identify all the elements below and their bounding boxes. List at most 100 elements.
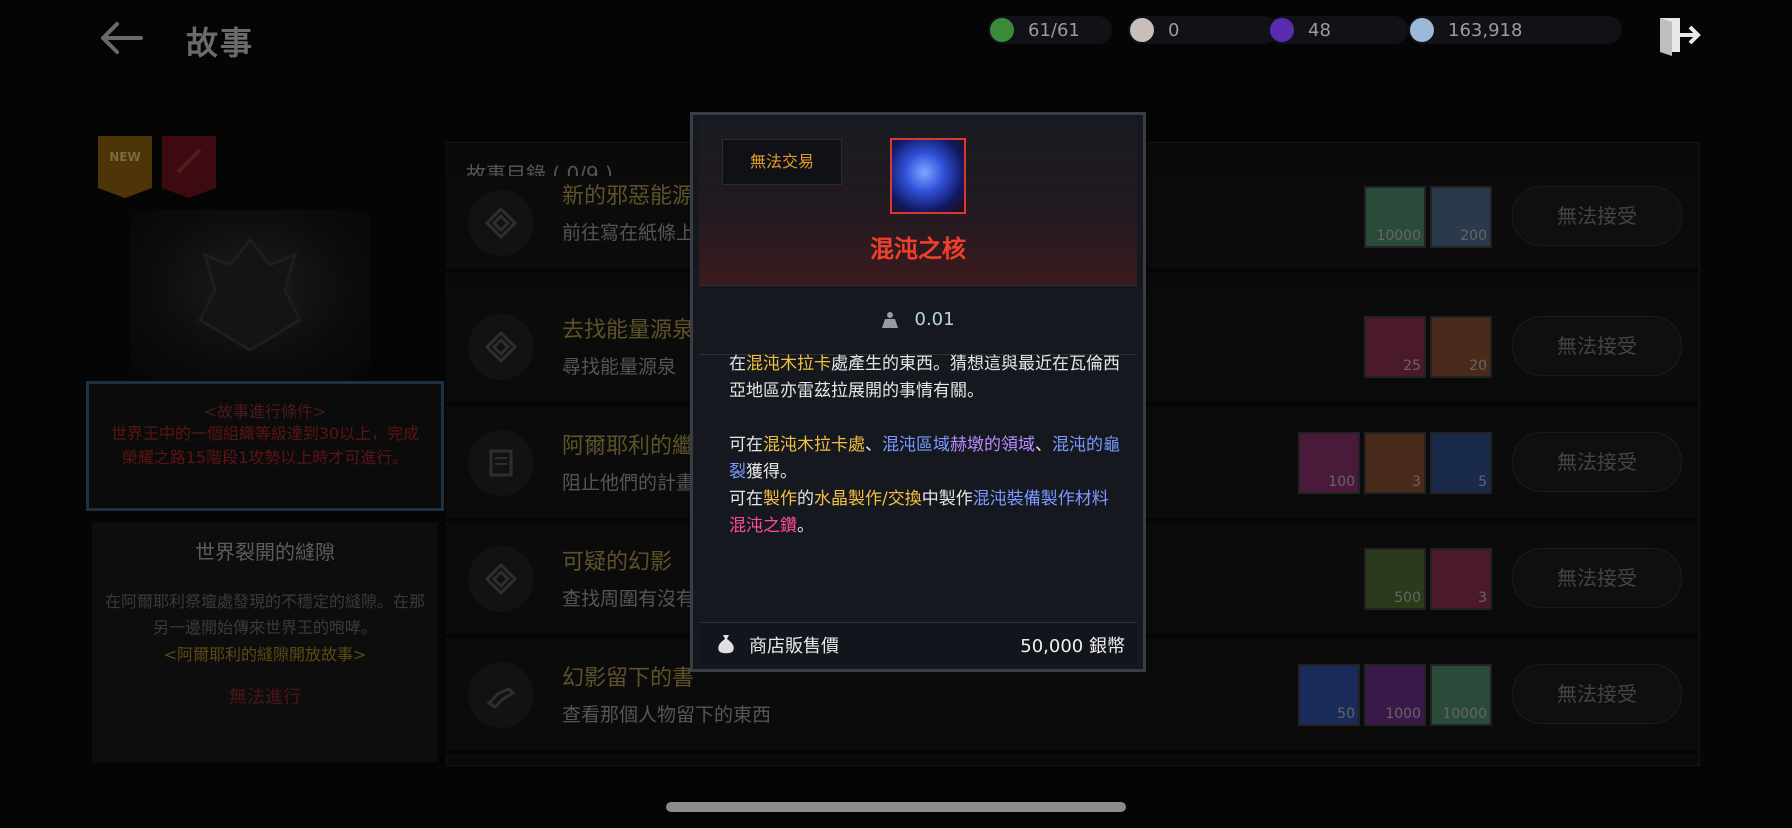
region-highlight: 赫墩的領域 xyxy=(950,435,1035,455)
trade-status-tag: 無法交易 xyxy=(722,139,842,185)
chaos-core-item-icon xyxy=(890,138,966,214)
currency-energy: 61/61 xyxy=(988,16,1112,44)
desc-text: 、 xyxy=(865,435,882,455)
story-description: 阻止他們的計畫 xyxy=(562,472,696,494)
accept-button[interactable]: 無法接受 xyxy=(1512,186,1682,246)
reward-item[interactable]: 1000 xyxy=(1364,664,1426,726)
quest-status: 無法進行 xyxy=(229,687,301,708)
menu-highlight: 水晶製作/交換 xyxy=(814,489,922,509)
desc-text: 、 xyxy=(1035,435,1052,455)
reward-count: 3 xyxy=(1412,474,1421,490)
currency-crystal: 48 xyxy=(1268,16,1408,44)
story-title: 幻影留下的書 xyxy=(562,666,695,691)
currency-pearl: 0 xyxy=(1128,16,1278,44)
reward-item[interactable]: 50 xyxy=(1298,664,1360,726)
hand-icon xyxy=(468,662,534,728)
desc-spacer xyxy=(729,405,1123,432)
diamond-icon xyxy=(468,546,534,612)
quest-title: 世界裂開的縫隙 xyxy=(195,540,335,564)
accept-button[interactable]: 無法接受 xyxy=(1512,432,1682,492)
reward-item[interactable]: 5 xyxy=(1430,432,1492,494)
location-highlight: 混沌木拉卡 xyxy=(746,354,831,374)
crystal-icon xyxy=(1270,18,1294,42)
desc-text: 。 xyxy=(797,516,814,536)
sword-icon xyxy=(176,148,202,174)
item-name: 混沌之核 xyxy=(870,235,966,263)
reward-count: 100 xyxy=(1328,474,1355,490)
story-title: 去找能量源泉 xyxy=(562,318,695,343)
reward-count: 10000 xyxy=(1442,706,1487,722)
desc-text: 可在 xyxy=(729,435,763,455)
reward-count: 25 xyxy=(1403,358,1421,374)
weight-icon xyxy=(882,312,899,328)
reward-item[interactable]: 500 xyxy=(1364,548,1426,610)
currency-silver-value: 163,918 xyxy=(1448,19,1523,41)
home-indicator[interactable] xyxy=(666,802,1126,812)
shop-price-row: 商店販售價 50,000 銀幣 xyxy=(699,622,1137,665)
item-description: 在混沌木拉卡處產生的東西。猜想這與最近在瓦倫西亞地區亦雷茲拉展開的事情有關。 可… xyxy=(729,351,1123,540)
desc-line-2: 可在混沌木拉卡處、混沌區域赫墩的領域、混沌的龜裂獲得。 xyxy=(729,432,1123,486)
category-badge xyxy=(162,136,216,198)
back-arrow-icon[interactable] xyxy=(95,18,145,58)
story-condition-box: <故事進行條件> 世界王中的一個組織等級達到30以上，完成榮耀之路15階段1攻勢… xyxy=(86,381,444,511)
condition-title: <故事進行條件> xyxy=(203,402,327,421)
quest-card: 世界裂開的縫隙 在阿爾耶利祭壇處發現的不穩定的縫隙。在那另一邊開始傳來世界王的咆… xyxy=(92,522,438,762)
shop-price-value: 50,000 銀幣 xyxy=(1020,636,1125,657)
reward-item[interactable]: 100 xyxy=(1298,432,1360,494)
item-tooltip: 無法交易 混沌之核 0.01 在混沌木拉卡處產生的東西。猜想這與最近在瓦倫西亞地… xyxy=(690,112,1146,672)
accept-button[interactable]: 無法接受 xyxy=(1512,548,1682,608)
reward-count: 3 xyxy=(1478,590,1487,606)
accept-button[interactable]: 無法接受 xyxy=(1512,664,1682,724)
diamond-icon xyxy=(468,314,534,380)
location-highlight: 混沌木拉卡處 xyxy=(763,435,865,455)
world-boss-emblem xyxy=(130,210,370,380)
reward-item[interactable]: 10000 xyxy=(1430,664,1492,726)
reward-item[interactable]: 10000 xyxy=(1364,186,1426,248)
reward-count: 200 xyxy=(1460,228,1487,244)
quest-unlock-link[interactable]: <阿爾耶利的縫隙開放故事> xyxy=(92,641,438,665)
reward-item[interactable]: 200 xyxy=(1430,186,1492,248)
reward-item[interactable]: 25 xyxy=(1364,316,1426,378)
desc-text: 的 xyxy=(797,489,814,509)
desc-text: 獲得。 xyxy=(746,462,797,482)
scroll-icon xyxy=(468,430,534,496)
desc-line-3: 可在製作的水晶製作/交換中製作混沌裝備製作材料 混沌之鑽。 xyxy=(729,486,1123,540)
weight-value: 0.01 xyxy=(914,309,955,330)
condition-text: 世界王中的一個組織等級達到30以上，完成榮耀之路15階段1攻勢以上時才可進行。 xyxy=(110,424,420,467)
story-title: 可疑的幻影 xyxy=(562,550,673,575)
tooltip-header: 無法交易 混沌之核 xyxy=(699,119,1137,285)
story-description: 尋找能量源泉 xyxy=(562,356,677,378)
pearl-icon xyxy=(1130,18,1154,42)
reward-count: 10000 xyxy=(1376,228,1421,244)
currency-energy-value: 61/61 xyxy=(1028,19,1080,41)
desc-text: 在 xyxy=(729,354,746,374)
reward-count: 1000 xyxy=(1385,706,1421,722)
reward-item[interactable]: 20 xyxy=(1430,316,1492,378)
desc-text: 可在 xyxy=(729,489,763,509)
shop-price-label: 商店販售價 xyxy=(749,636,839,657)
story-description: 查看那個人物留下的東西 xyxy=(562,704,772,726)
exit-icon[interactable] xyxy=(1656,12,1702,58)
page-title: 故事 xyxy=(186,24,255,62)
reward-item[interactable]: 3 xyxy=(1364,432,1426,494)
material-highlight: 混沌裝備製作材料 xyxy=(972,489,1109,509)
story-title: 新的邪惡能源 xyxy=(562,184,695,209)
reward-count: 50 xyxy=(1337,706,1355,722)
silver-coin-icon xyxy=(1410,18,1434,42)
desc-line-1: 在混沌木拉卡處產生的東西。猜想這與最近在瓦倫西亞地區亦雷茲拉展開的事情有關。 xyxy=(729,351,1123,405)
region-highlight: 混沌區域 xyxy=(882,435,950,455)
quest-description: 在阿爾耶利祭壇處發現的不穩定的縫隙。在那另一邊開始傳來世界王的咆哮。 xyxy=(104,592,425,637)
reward-count: 5 xyxy=(1478,474,1487,490)
reward-item[interactable]: 3 xyxy=(1430,548,1492,610)
item-weight: 0.01 xyxy=(699,285,1137,355)
accept-button[interactable]: 無法接受 xyxy=(1512,316,1682,376)
new-badge: NEW xyxy=(98,136,152,198)
diamond-icon xyxy=(468,190,534,256)
reward-count: 20 xyxy=(1469,358,1487,374)
money-bag-icon xyxy=(718,635,734,654)
currency-pearl-value: 0 xyxy=(1168,19,1180,41)
desc-text: 中製作 xyxy=(921,489,973,509)
item-highlight: 混沌之鑽 xyxy=(729,516,797,536)
reward-count: 500 xyxy=(1394,590,1421,606)
currency-silver: 163,918 xyxy=(1408,16,1622,44)
